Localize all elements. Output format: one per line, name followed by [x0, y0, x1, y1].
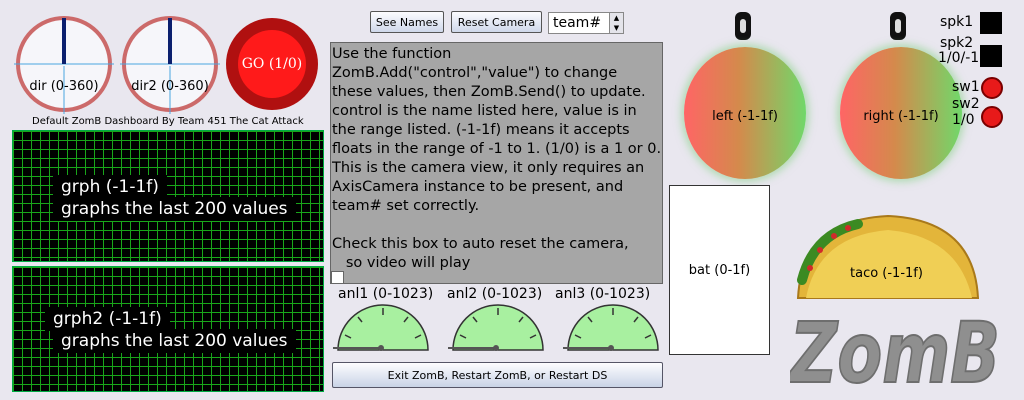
graph-grph: grph (-1-1f) graphs the last 200 values: [12, 130, 324, 262]
team-number-spinner[interactable]: team# ▲ ▼: [548, 12, 624, 34]
graph-grph2: grph2 (-1-1f) graphs the last 200 values: [12, 266, 324, 392]
dashboard-credit: Default ZomB Dashboard By Team 451 The C…: [32, 116, 304, 127]
left-motor-indicator: left (-1-1f): [684, 47, 806, 179]
battery-indicator: bat (0-1f): [669, 185, 770, 355]
camera-view-info: Use the function ZomB.Add("control","val…: [330, 42, 663, 284]
exit-restart-button[interactable]: Exit ZomB, Restart ZomB, or Restart DS: [332, 362, 663, 388]
go-button[interactable]: GO (1/0): [226, 18, 318, 110]
spk2-label: spk2: [940, 35, 974, 51]
go-button-label: GO (1/0): [238, 30, 306, 98]
spk2-range-label: 1/0/-1: [938, 50, 980, 66]
sw2-led: [981, 106, 1003, 128]
reset-camera-button[interactable]: Reset Camera: [451, 11, 542, 33]
see-names-button[interactable]: See Names: [370, 11, 444, 33]
anl2-gauge: [448, 304, 544, 351]
taco-label: taco (-1-1f): [850, 266, 923, 281]
spinner-arrows-icon[interactable]: ▲ ▼: [609, 13, 623, 33]
taco-icon[interactable]: [788, 210, 988, 310]
sw1-label: sw1: [952, 79, 980, 95]
sw2-label: sw2: [952, 96, 980, 112]
graph-grph-subtitle: graphs the last 200 values: [53, 197, 296, 221]
sw-range-label: 1/0: [952, 112, 975, 128]
team-number-value: team#: [553, 15, 602, 31]
graph-grph2-title: grph2 (-1-1f): [45, 307, 170, 331]
zomb-logo: ZomB: [790, 303, 1001, 395]
dir2-dial-label: dir2 (0-360): [131, 79, 209, 94]
dir-dial-graphic: [14, 16, 114, 114]
anl3-gauge: [563, 304, 659, 351]
spk2-indicator: [980, 45, 1002, 67]
spk1-indicator: [980, 12, 1002, 34]
left-motor-label: left (-1-1f): [712, 109, 778, 124]
right-motor-clip-icon: [890, 12, 906, 40]
auto-reset-camera-checkbox[interactable]: [331, 271, 344, 284]
dir2-dial-graphic: [120, 16, 220, 114]
svg-text:ZomB: ZomB: [790, 304, 1000, 395]
graph-grph-title: grph (-1-1f): [53, 175, 167, 199]
dir-dial[interactable]: dir (0-360): [14, 14, 114, 114]
dir2-dial[interactable]: dir2 (0-360): [120, 14, 220, 114]
sw1-led: [981, 77, 1003, 99]
right-motor-label: right (-1-1f): [863, 109, 939, 124]
right-motor-indicator: right (-1-1f): [840, 47, 962, 179]
battery-label: bat (0-1f): [688, 262, 751, 278]
left-motor-clip-icon: [735, 12, 751, 40]
anl1-gauge: [333, 304, 429, 351]
spk1-label: spk1: [940, 14, 974, 30]
graph-grph2-subtitle: graphs the last 200 values: [53, 329, 296, 353]
dir-dial-label: dir (0-360): [29, 79, 99, 94]
